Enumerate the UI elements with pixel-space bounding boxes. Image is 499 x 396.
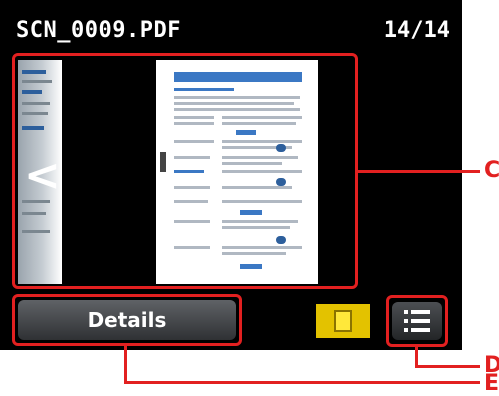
- leader-line-e-horizontal: [124, 381, 480, 384]
- leader-line-c: [358, 170, 480, 173]
- leader-line-d-horizontal: [415, 365, 480, 368]
- file-name-title: SCN_0009.PDF: [16, 18, 181, 43]
- callout-box-list-view: [386, 295, 448, 347]
- single-page-view-icon[interactable]: [316, 304, 370, 338]
- callout-label-c: C: [484, 158, 499, 183]
- callout-box-preview: [12, 53, 358, 289]
- callout-label-e: E: [484, 371, 499, 396]
- page-counter: 14/14: [383, 18, 450, 43]
- callout-box-details: [12, 294, 242, 346]
- leader-line-e-vertical: [124, 346, 127, 384]
